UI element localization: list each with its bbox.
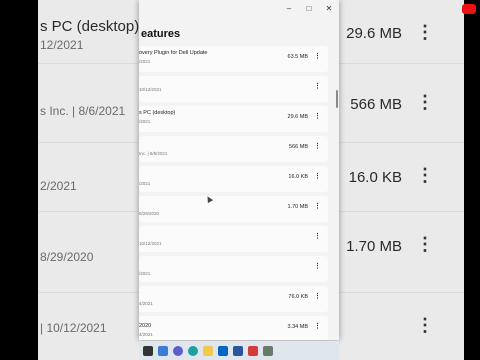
app-meta: /2021 [139,181,151,186]
app-meta: 4/2021 [139,332,153,337]
app-size: 3.34 MB [287,324,308,330]
bg-row-size: 16.0 KB [348,169,402,186]
bg-row-size: 29.6 MB [346,25,402,42]
settings-icon[interactable] [263,345,273,356]
bg-row-sub: 2/2021 [40,179,77,193]
bg-more-icon: ⋮ [416,22,434,42]
app-size: 63.5 MB [287,54,308,60]
window-controls: – □ ✕ [285,4,333,13]
app-name: overy Plugin for Dell Update [139,50,208,56]
app-meta: /2021 [139,119,151,124]
page-title: eatures [141,28,181,40]
app-name: s PC (desktop) [139,110,176,116]
bg-row-size: 566 MB [350,96,402,113]
letterbox-right [464,0,480,360]
app-size: 566 MB [289,144,308,150]
more-options-icon[interactable]: ⋮ [314,172,321,180]
app-size: 1.70 MB [287,204,308,210]
chat-icon[interactable] [173,345,183,356]
bg-row-title: s PC (desktop) [40,18,140,35]
app-meta: /2021 [139,271,151,276]
more-options-icon[interactable]: ⋮ [314,262,321,270]
app-size: 76.0 KB [288,294,308,300]
more-options-icon[interactable]: ⋮ [314,142,321,150]
scrollbar[interactable] [336,90,338,108]
taskbar [139,341,339,360]
app-icon[interactable] [248,345,258,356]
widgets-icon[interactable] [158,345,168,356]
app-meta: 8/29/2020 [139,211,160,216]
explorer-icon[interactable] [203,345,213,356]
word-icon[interactable] [233,345,243,356]
list-item[interactable]: 10/12/2021 ⋮ [139,76,328,102]
app-meta: 4/2021 [139,301,153,306]
app-meta: 10/12/2021 [139,241,162,246]
bg-row-sub: | 10/12/2021 [40,321,107,335]
app-size: 29.6 MB [287,114,308,120]
list-item[interactable]: 10/12/2021 ⋮ [139,226,328,252]
app-name: 2020 [139,323,152,329]
more-options-icon[interactable]: ⋮ [314,82,321,90]
bg-row-sub: 12/2021 [40,38,84,52]
minimize-button[interactable]: – [285,4,293,13]
list-item[interactable]: 2020 4/2021 3.34 MB ⋮ [139,316,328,340]
edge-icon[interactable] [188,345,198,356]
maximize-button[interactable]: □ [305,4,313,13]
record-indicator-icon [462,4,476,14]
list-item[interactable]: 8/29/2020 1.70 MB ⋮ [139,196,328,222]
list-item[interactable]: s PC (desktop) /2021 29.6 MB ⋮ [139,106,328,132]
mail-icon[interactable] [218,345,228,356]
letterbox-left [0,0,38,360]
list-item[interactable]: /2021 16.0 KB ⋮ [139,166,328,192]
more-options-icon[interactable]: ⋮ [314,52,321,60]
bg-row-sub: 8/29/2020 [40,250,94,264]
more-options-icon[interactable]: ⋮ [314,322,321,330]
task-view-icon[interactable] [143,345,153,356]
bg-more-icon: ⋮ [416,315,434,335]
list-item[interactable]: 4/2021 76.0 KB ⋮ [139,286,328,312]
more-options-icon[interactable]: ⋮ [314,292,321,300]
app-size: 16.0 KB [288,174,308,180]
bg-row-sub: s Inc. | 8/6/2021 [40,104,126,118]
list-item[interactable]: /2021 ⋮ [139,256,328,282]
app-meta: /2021 [139,59,151,64]
app-meta: 10/12/2021 [139,87,162,92]
more-options-icon[interactable]: ⋮ [314,202,321,210]
bg-more-icon: ⋮ [416,92,434,112]
list-item[interactable]: overy Plugin for Dell Update /2021 63.5 … [139,46,328,72]
app-meta: Inc. | 8/6/2021 [139,151,168,156]
settings-window: – □ ✕ eatures overy Plugin for Dell Upda… [139,0,339,340]
bg-more-icon: ⋮ [416,234,434,254]
close-button[interactable]: ✕ [325,4,333,13]
bg-row-size: 1.70 MB [346,238,402,255]
more-options-icon[interactable]: ⋮ [314,232,321,240]
bg-more-icon: ⋮ [416,165,434,185]
list-item[interactable]: Inc. | 8/6/2021 566 MB ⋮ [139,136,328,162]
more-options-icon[interactable]: ⋮ [314,112,321,120]
